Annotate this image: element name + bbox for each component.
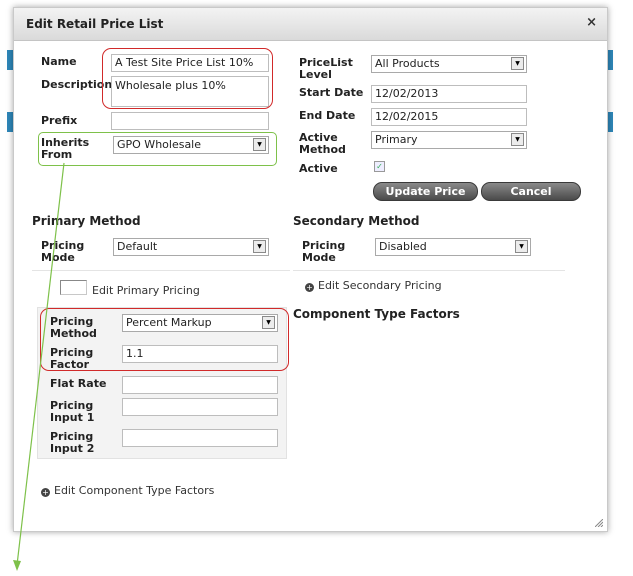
annotation-green-inherits [38,132,277,166]
secondary-pricing-mode-label: Pricing Mode [302,239,346,264]
chevron-down-icon: ▼ [515,240,528,253]
end-date-input[interactable]: 12/02/2015 [371,108,527,126]
active-checkbox[interactable]: ✓ [374,161,385,172]
annotation-red-pricing-method [40,308,289,371]
dialog-titlebar: Edit Retail Price List × [14,8,607,41]
pricing-input-1[interactable] [122,398,278,416]
pricelist-level-select[interactable]: All Products ▼ [371,55,527,73]
broken-image-icon [60,280,87,295]
update-price-list-button[interactable]: Update Price List [373,182,478,215]
component-type-factors-heading: Component Type Factors [293,307,460,321]
chevron-down-icon: ▼ [511,57,524,70]
pricelist-level-label: PriceList Level [299,56,353,81]
close-icon[interactable]: × [586,15,597,30]
pricing-input-1-label: Pricing Input 1 [50,399,95,424]
dialog-title: Edit Retail Price List [26,17,164,31]
flat-rate-input[interactable] [122,376,278,394]
chevron-down-icon: ▼ [511,133,524,146]
prefix-input[interactable] [111,112,269,130]
start-date-label: Start Date [299,86,364,99]
primary-pricing-mode-label: Pricing Mode [41,239,85,264]
name-label: Name [41,55,77,68]
primary-pricing-mode-select[interactable]: Default ▼ [113,238,269,256]
start-date-input[interactable]: 12/02/2013 [371,85,527,103]
edit-secondary-pricing-link[interactable]: + Edit Secondary Pricing [305,279,442,292]
active-label: Active [299,162,338,175]
pricing-input-2[interactable] [122,429,278,447]
plus-circle-icon: + [41,488,50,497]
cancel-button[interactable]: Cancel [481,182,581,201]
flat-rate-label: Flat Rate [50,377,107,390]
edit-component-type-factors-link[interactable]: + Edit Component Type Factors [41,484,214,497]
edit-primary-pricing-link[interactable]: Edit Primary Pricing [92,284,200,297]
secondary-method-divider [293,270,565,271]
end-date-label: End Date [299,109,356,122]
pricing-input-2-label: Pricing Input 2 [50,430,95,455]
active-method-select[interactable]: Primary ▼ [371,131,527,149]
prefix-label: Prefix [41,114,78,127]
annotation-red-name-description [102,48,273,109]
primary-method-divider [32,270,290,271]
chevron-down-icon: ▼ [253,240,266,253]
edit-price-list-dialog: Edit Retail Price List × Name A Test Sit… [13,7,608,532]
secondary-pricing-mode-select[interactable]: Disabled ▼ [375,238,531,256]
resize-handle-icon[interactable] [595,519,603,527]
active-method-label: Active Method [299,131,346,156]
primary-method-heading: Primary Method [32,214,141,228]
secondary-method-heading: Secondary Method [293,214,420,228]
plus-circle-icon: + [305,283,314,292]
